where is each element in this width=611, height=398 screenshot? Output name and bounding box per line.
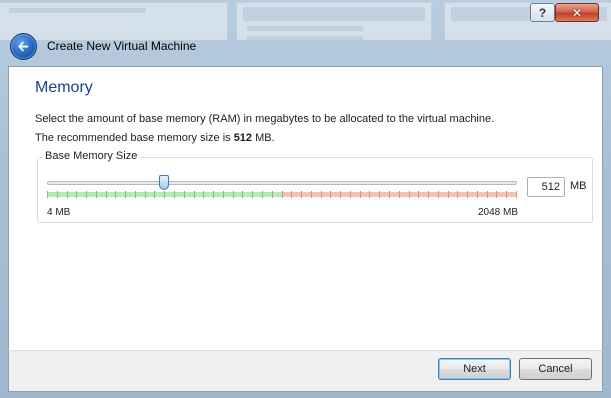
close-button[interactable]: ✕: [555, 3, 599, 22]
help-button[interactable]: ?: [530, 3, 555, 22]
slider-handle[interactable]: [159, 175, 169, 190]
next-button[interactable]: Next: [438, 358, 511, 380]
cancel-button[interactable]: Cancel: [519, 358, 592, 380]
description-text: Select the amount of base memory (RAM) i…: [35, 113, 495, 125]
recommended-value: 512: [233, 132, 253, 144]
help-icon: ?: [538, 5, 547, 20]
memory-size-input[interactable]: [527, 177, 565, 197]
slider-tick-marks: [47, 191, 517, 198]
recommendation-prefix: The recommended base memory size is: [35, 132, 234, 144]
groupbox-title: Base Memory Size: [42, 150, 141, 162]
wizard-page: Memory Select the amount of base memory …: [8, 66, 603, 350]
back-arrow-icon: [18, 41, 29, 51]
memory-unit-label: MB: [570, 180, 587, 192]
recommendation-text: The recommended base memory size is 512 …: [35, 132, 275, 144]
memory-slider[interactable]: [47, 175, 517, 206]
max-memory-label: 2048 MB: [478, 207, 519, 218]
min-memory-label: 4 MB: [47, 207, 71, 218]
background-strip: [0, 392, 611, 398]
wizard-title: Create New Virtual Machine: [47, 39, 197, 53]
wizard-footer: Next Cancel: [8, 350, 603, 392]
page-title: Memory: [35, 79, 93, 96]
recommendation-suffix: MB.: [252, 132, 275, 144]
base-memory-groupbox: Base Memory Size 4 MB 2048 MB MB: [37, 150, 593, 223]
close-icon: ✕: [571, 5, 583, 20]
slider-ticks: [47, 191, 517, 198]
slider-groove: [47, 181, 517, 185]
back-button[interactable]: [10, 32, 37, 60]
wizard-header: Create New Virtual Machine: [8, 27, 603, 65]
